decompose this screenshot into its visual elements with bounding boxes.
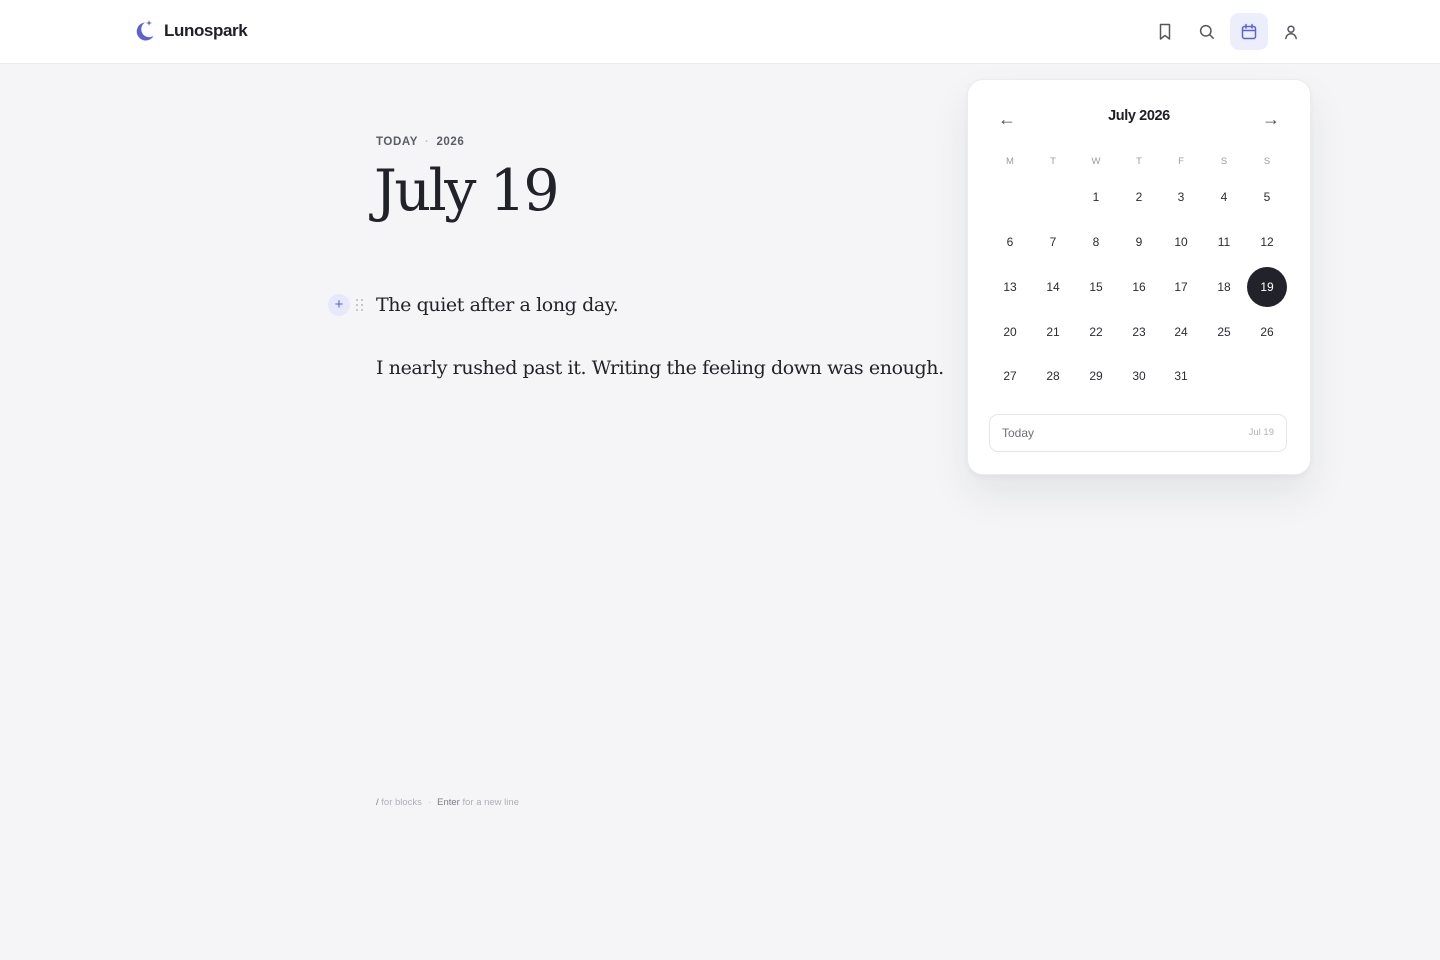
calendar-day[interactable]: 6 <box>990 222 1030 262</box>
editor-hint: / for blocks · Enter for a new line <box>376 797 519 808</box>
profile-button[interactable] <box>1272 13 1310 50</box>
calendar-day-selected[interactable]: 19 <box>1247 267 1287 307</box>
enter-hint-text: for a new line <box>462 797 519 808</box>
weekday-header: S <box>1220 156 1228 167</box>
calendar-day[interactable]: 23 <box>1119 312 1159 352</box>
crescent-moon-icon <box>136 20 154 41</box>
calendar-day[interactable]: 4 <box>1204 177 1244 217</box>
weekday-header: S <box>1263 156 1271 167</box>
calendar-day[interactable]: 3 <box>1161 177 1201 217</box>
calendar-day[interactable]: 25 <box>1204 312 1244 352</box>
search-button[interactable] <box>1188 13 1226 50</box>
today-label: TODAY <box>376 136 418 148</box>
entry-date-meta: TODAY · 2026 <box>376 136 464 148</box>
calendar-day[interactable]: 9 <box>1119 222 1159 262</box>
calendar-day[interactable]: 17 <box>1161 267 1201 307</box>
add-block-button[interactable]: + <box>328 294 350 316</box>
drag-handle-icon[interactable] <box>355 297 365 313</box>
calendar-day[interactable]: 24 <box>1161 312 1201 352</box>
enter-key: Enter <box>437 797 460 808</box>
weekday-header: M <box>1006 156 1014 167</box>
today-button-label: Today <box>1002 426 1035 440</box>
calendar-icon <box>1241 23 1257 39</box>
calendar-button[interactable] <box>1230 13 1268 50</box>
calendar-day[interactable]: 30 <box>1119 356 1159 396</box>
calendar-day[interactable]: 20 <box>990 312 1030 352</box>
calendar-day[interactable]: 26 <box>1247 312 1287 352</box>
calendar-day[interactable]: 15 <box>1076 267 1116 307</box>
user-icon <box>1285 24 1297 39</box>
calendar-day[interactable]: 31 <box>1161 356 1201 396</box>
calendar-popover: ← July 2026 → Today Jul 19 MTWTFSS123456… <box>967 79 1311 475</box>
slash-key: / <box>376 797 379 808</box>
calendar-day[interactable]: 13 <box>990 267 1030 307</box>
search-icon <box>1199 24 1214 39</box>
calendar-day[interactable]: 28 <box>1033 356 1073 396</box>
today-button-date: Jul 19 <box>1248 427 1274 438</box>
top-bar: Lunospark <box>0 0 1440 64</box>
entry-year: 2026 <box>436 136 465 148</box>
calendar-day[interactable]: 2 <box>1119 177 1159 217</box>
weekday-header: W <box>1091 156 1101 167</box>
bookmark-icon <box>1159 23 1171 40</box>
logo[interactable]: Lunospark <box>132 18 248 44</box>
calendar-day[interactable]: 18 <box>1204 267 1244 307</box>
slash-hint-text: for blocks <box>381 797 422 808</box>
calendar-day[interactable]: 8 <box>1076 222 1116 262</box>
calendar-day[interactable]: 1 <box>1076 177 1116 217</box>
entry-paragraph[interactable]: I nearly rushed past it. Writing the fee… <box>376 357 944 379</box>
weekday-header: F <box>1178 156 1184 167</box>
calendar-day[interactable]: 10 <box>1161 222 1201 262</box>
calendar-day[interactable]: 16 <box>1119 267 1159 307</box>
calendar-day[interactable]: 29 <box>1076 356 1116 396</box>
calendar-day[interactable]: 5 <box>1247 177 1287 217</box>
calendar-day[interactable]: 11 <box>1204 222 1244 262</box>
brand-name: Lunospark <box>164 21 248 40</box>
calendar-day[interactable]: 14 <box>1033 267 1073 307</box>
separator-dot: · <box>427 797 432 808</box>
calendar-day[interactable]: 12 <box>1247 222 1287 262</box>
entry-paragraph[interactable]: The quiet after a long day. <box>376 294 619 316</box>
calendar-day[interactable]: 27 <box>990 356 1030 396</box>
bookmark-button[interactable] <box>1146 13 1184 50</box>
weekday-header: T <box>1050 156 1056 167</box>
weekday-header: T <box>1136 156 1142 167</box>
today-button[interactable]: Today Jul 19 <box>989 414 1287 452</box>
separator-dot: · <box>425 136 430 148</box>
next-month-button[interactable]: → <box>1256 106 1286 132</box>
calendar-day[interactable]: 22 <box>1076 312 1116 352</box>
calendar-day[interactable]: 21 <box>1033 312 1073 352</box>
entry-title: July 19 <box>374 158 560 224</box>
calendar-day[interactable]: 7 <box>1033 222 1073 262</box>
